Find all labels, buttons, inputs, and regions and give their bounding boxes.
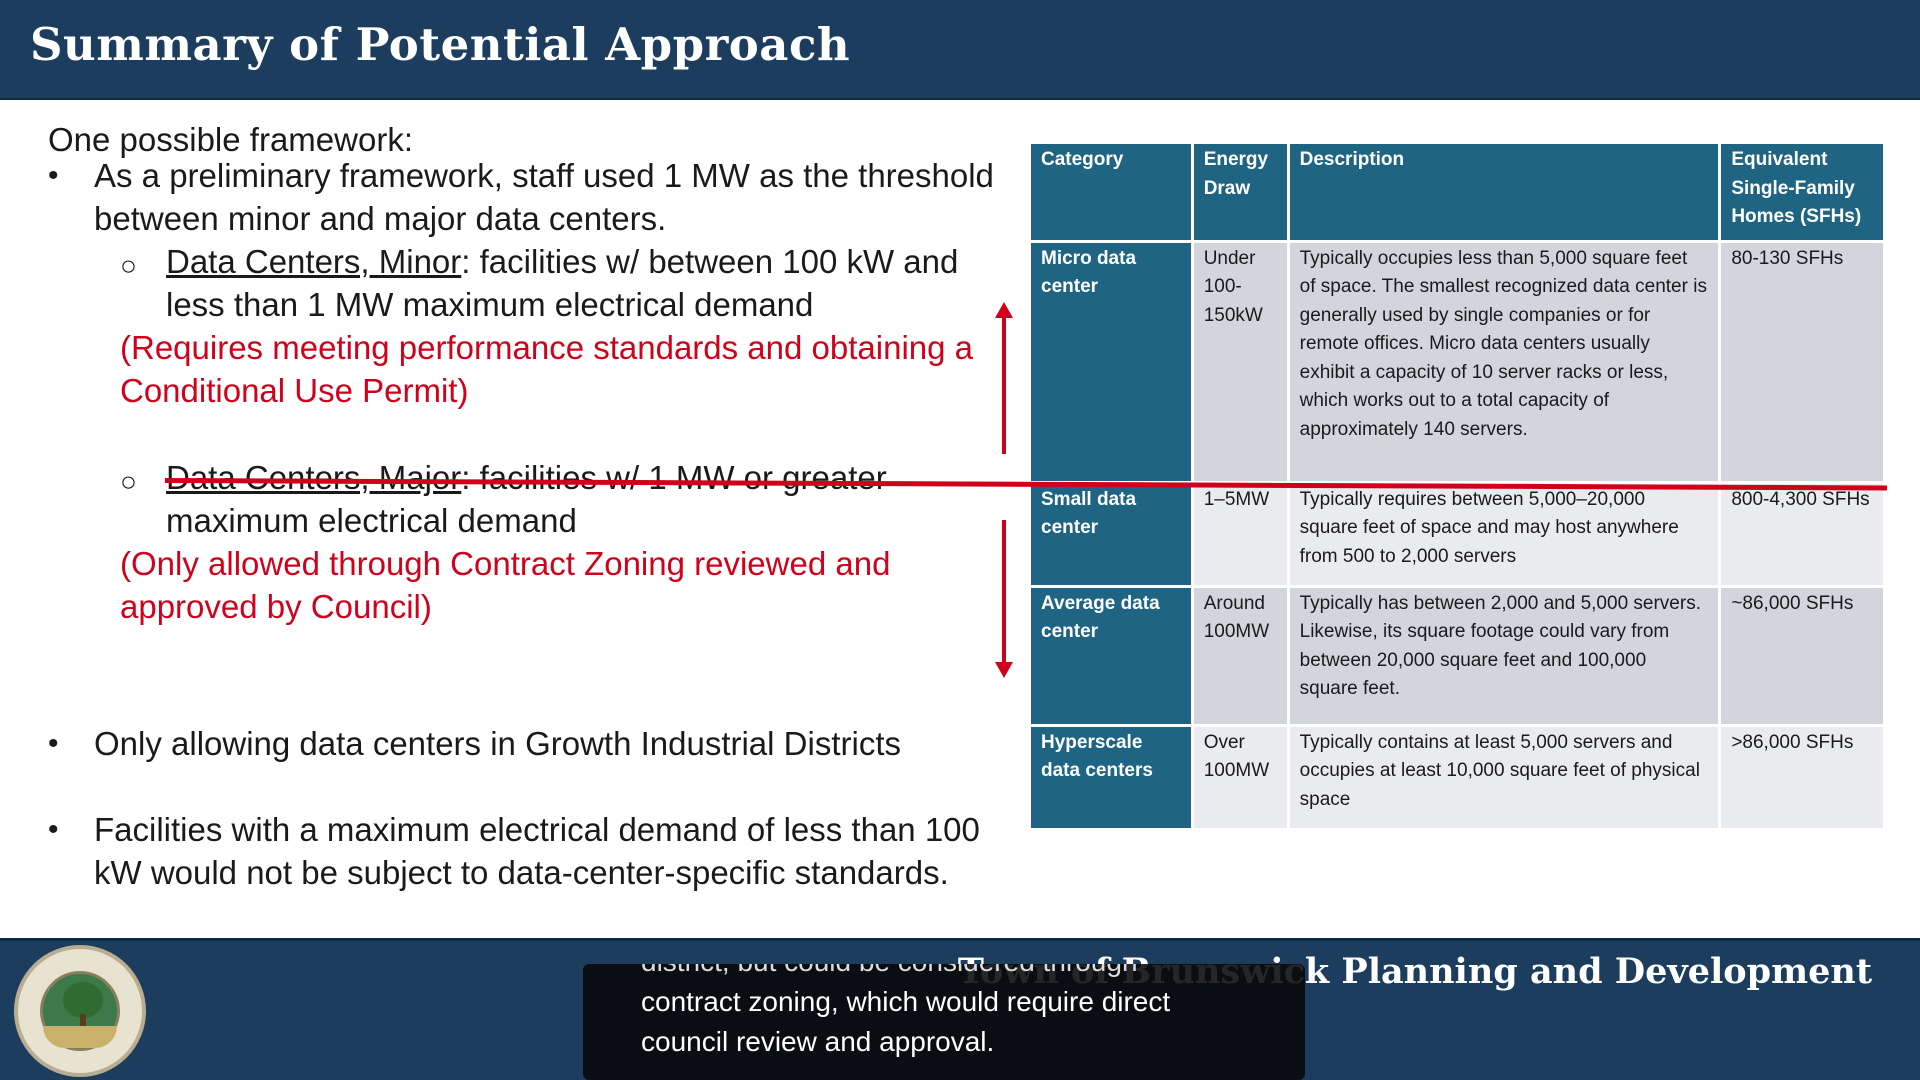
table-row: Average data center Around 100MW Typical… — [1028, 584, 1886, 727]
row-category: Average data center — [1028, 584, 1194, 727]
row-energy-draw: Under 100-150kW — [1190, 239, 1290, 484]
caption-previous-line: district, but could be considered throug… — [641, 964, 1138, 982]
row-energy-draw: Around 100MW — [1190, 584, 1290, 727]
row-energy-draw: 1–5MW — [1190, 480, 1290, 588]
town-seal-logo — [14, 945, 146, 1077]
header-category: Category — [1028, 141, 1194, 243]
header-energy-draw: Energy Draw — [1190, 141, 1290, 243]
table-row: Hyperscale data centers Over 100MW Typic… — [1028, 723, 1886, 831]
bullet-exemption-text: Facilities with a maximum electrical dem… — [94, 811, 980, 891]
row-equivalent-sfhs: 800-4,300 SFHs — [1718, 480, 1886, 588]
row-equivalent-sfhs: 80-130 SFHs — [1718, 239, 1886, 484]
table-row: Small data center 1–5MW Typically requir… — [1028, 480, 1886, 588]
row-description: Typically requires between 5,000–20,000 … — [1286, 480, 1722, 588]
row-description: Typically contains at least 5,000 server… — [1286, 723, 1722, 831]
minor-requirement: (Requires meeting performance standards … — [120, 329, 974, 409]
sub-bullet-circle-icon: ○ — [120, 466, 137, 497]
row-energy-draw: Over 100MW — [1190, 723, 1290, 831]
bullet-dot-icon: • — [48, 159, 59, 192]
row-equivalent-sfhs: ~86,000 SFHs — [1718, 584, 1886, 727]
bullet-dot-icon: • — [48, 727, 59, 760]
table-header-row: Category Energy Draw Description Equival… — [1028, 141, 1886, 243]
major-requirement: (Only allowed through Contract Zoning re… — [120, 545, 891, 625]
slide-title: Summary of Potential Approach — [30, 18, 851, 71]
video-caption-overlay: district, but could be considered throug… — [583, 964, 1305, 1080]
bullet-districts-text: Only allowing data centers in Growth Ind… — [94, 725, 901, 762]
row-description: Typically occupies less than 5,000 squar… — [1286, 239, 1722, 484]
table-row: Micro data center Under 100-150kW Typica… — [1028, 239, 1886, 484]
row-category: Hyperscale data centers — [1028, 723, 1194, 831]
slide-header: Summary of Potential Approach — [0, 0, 1920, 100]
row-description: Typically has between 2,000 and 5,000 se… — [1286, 584, 1722, 727]
row-category: Small data center — [1028, 480, 1194, 588]
arrow-up-icon — [995, 302, 1013, 454]
header-description: Description — [1286, 141, 1722, 243]
minor-term: Data Centers, Minor — [166, 243, 462, 280]
row-category: Micro data center — [1028, 239, 1194, 484]
header-equivalent-sfhs: Equivalent Single-Family Homes (SFHs) — [1718, 141, 1886, 243]
bullet-threshold-text: As a preliminary framework, staff used 1… — [94, 157, 994, 237]
row-equivalent-sfhs: >86,000 SFHs — [1718, 723, 1886, 831]
bullet-dot-icon: • — [48, 813, 59, 846]
arrow-down-icon — [995, 520, 1013, 678]
caption-line-2: council review and approval. — [641, 1026, 995, 1057]
sub-bullet-circle-icon: ○ — [120, 250, 137, 281]
caption-line-1: contract zoning, which would require dir… — [641, 986, 1171, 1017]
